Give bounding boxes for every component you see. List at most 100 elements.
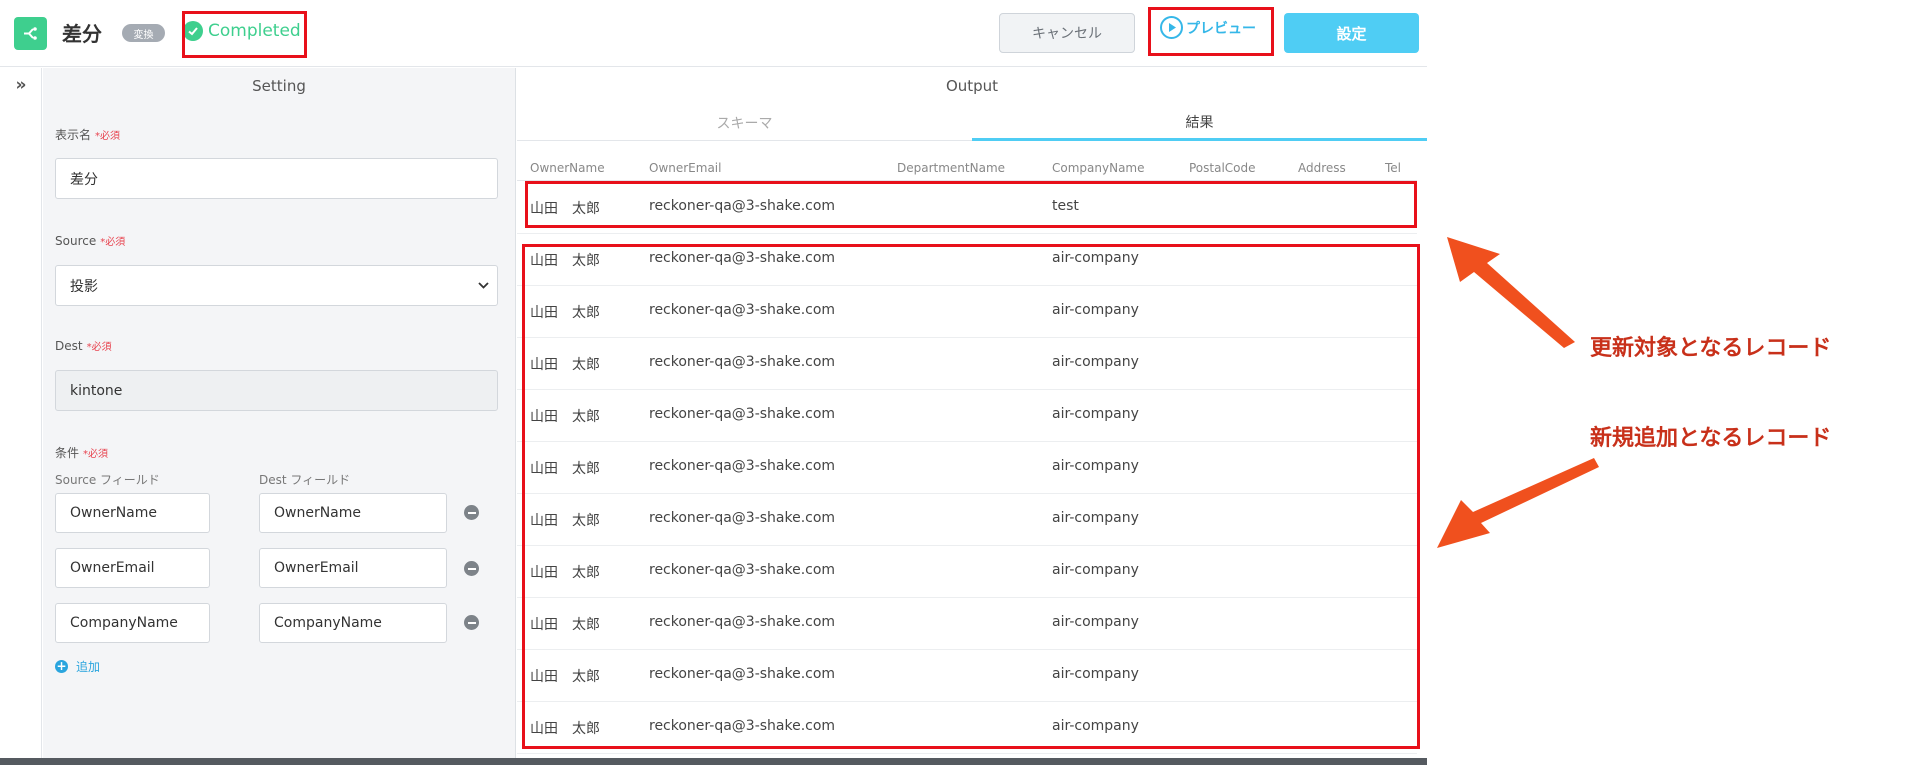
dest-input: kintone — [55, 370, 498, 411]
owner-name-cell: 山田 太郎 — [530, 201, 600, 217]
app-bottom-border — [0, 758, 1427, 765]
condition-dest-input[interactable]: OwnerEmail — [259, 548, 447, 588]
owner-name-cell: 山田 太郎 — [530, 409, 600, 425]
table-row: 山田 太郎 reckoner-qa@3-shake.com test — [517, 182, 1417, 234]
table-header: OwnerName OwnerEmail DepartmentName Comp… — [517, 153, 1417, 181]
settings-button[interactable]: 設定 — [1284, 13, 1419, 53]
condition-dest-input[interactable]: OwnerName — [259, 493, 447, 533]
owner-email-cell: reckoner-qa@3-shake.com — [649, 354, 836, 370]
company-name-cell: air-company — [1052, 718, 1139, 734]
table-row: 山田 太郎 reckoner-qa@3-shake.com air-compan… — [517, 598, 1417, 650]
condition-source-input[interactable]: OwnerEmail — [55, 548, 210, 588]
owner-email-cell: reckoner-qa@3-shake.com — [649, 666, 836, 682]
owner-email-cell: reckoner-qa@3-shake.com — [649, 406, 836, 422]
owner-email-cell: reckoner-qa@3-shake.com — [649, 562, 836, 578]
owner-name-cell: 山田 太郎 — [530, 721, 600, 737]
owner-name-cell: 山田 太郎 — [530, 669, 600, 685]
required-mark: *必須 — [86, 342, 112, 353]
dest-label: Dest *必須 — [55, 339, 112, 353]
check-icon — [183, 21, 203, 41]
column-header: Address — [1298, 161, 1346, 175]
display-name-label: 表示名 *必須 — [55, 128, 121, 142]
required-mark: *必須 — [83, 449, 109, 460]
table-row: 山田 太郎 reckoner-qa@3-shake.com air-compan… — [517, 494, 1417, 546]
preview-label: プレビュー — [1186, 20, 1256, 37]
setting-panel-title: Setting — [252, 77, 306, 95]
source-field-header: Source フィールド — [55, 473, 160, 487]
tab-result[interactable]: 結果 — [972, 105, 1427, 141]
column-header: OwnerName — [530, 161, 605, 175]
type-badge: 変換 — [122, 24, 165, 42]
setting-panel: Setting 表示名 *必須 差分 Source *必須 投影 Dest *必須 k… — [43, 68, 516, 758]
owner-name-cell: 山田 太郎 — [530, 305, 600, 321]
condition-dest-input[interactable]: CompanyName — [259, 603, 447, 643]
app-window: 差分 変換 Completed キャンセル プレビュー 設定 » Setting… — [0, 0, 1427, 765]
company-name-cell: test — [1052, 198, 1079, 214]
owner-email-cell: reckoner-qa@3-shake.com — [649, 250, 836, 266]
expand-icon[interactable]: » — [11, 76, 31, 96]
remove-condition-icon[interactable] — [464, 561, 479, 576]
cancel-button[interactable]: キャンセル — [999, 13, 1135, 53]
add-condition-label: 追加 — [76, 660, 101, 674]
source-select[interactable]: 投影 — [55, 265, 498, 306]
owner-name-cell: 山田 太郎 — [530, 617, 600, 633]
output-panel: Output スキーマ 結果 OwnerName OwnerEmail Depa… — [517, 68, 1427, 758]
owner-name-cell: 山田 太郎 — [530, 461, 600, 477]
source-select-value: 投影 — [70, 278, 98, 295]
owner-email-cell: reckoner-qa@3-shake.com — [649, 510, 836, 526]
remove-condition-icon[interactable] — [464, 505, 479, 520]
condition-source-input[interactable]: OwnerName — [55, 493, 210, 533]
company-name-cell: air-company — [1052, 354, 1139, 370]
display-name-input[interactable]: 差分 — [55, 158, 498, 199]
column-header: DepartmentName — [897, 161, 1006, 175]
status-label: Completed — [208, 21, 301, 41]
remove-condition-icon[interactable] — [464, 615, 479, 630]
add-condition-button[interactable]: + 追加 — [55, 658, 100, 675]
play-icon — [1160, 16, 1183, 39]
plus-icon: + — [55, 659, 68, 673]
table-row: 山田 太郎 reckoner-qa@3-shake.com air-compan… — [517, 702, 1417, 754]
diff-node-icon — [14, 17, 47, 50]
table-row: 山田 太郎 reckoner-qa@3-shake.com air-compan… — [517, 546, 1417, 598]
column-header: CompanyName — [1052, 161, 1145, 175]
table-row: 山田 太郎 reckoner-qa@3-shake.com air-compan… — [517, 442, 1417, 494]
company-name-cell: air-company — [1052, 302, 1139, 318]
owner-name-cell: 山田 太郎 — [530, 513, 600, 529]
company-name-cell: air-company — [1052, 510, 1139, 526]
column-header: PostalCode — [1189, 161, 1256, 175]
tab-schema[interactable]: スキーマ — [517, 105, 972, 141]
output-panel-title: Output — [945, 77, 999, 95]
column-header: Tel — [1385, 161, 1402, 175]
condition-source-input[interactable]: CompanyName — [55, 603, 210, 643]
owner-email-cell: reckoner-qa@3-shake.com — [649, 198, 836, 214]
required-mark: *必須 — [95, 131, 121, 142]
owner-name-cell: 山田 太郎 — [530, 253, 600, 269]
company-name-cell: air-company — [1052, 406, 1139, 422]
owner-email-cell: reckoner-qa@3-shake.com — [649, 718, 836, 734]
table-row: 山田 太郎 reckoner-qa@3-shake.com air-compan… — [517, 390, 1417, 442]
status-indicator: Completed — [183, 21, 301, 41]
output-tabs: スキーマ 結果 — [517, 105, 1427, 141]
owner-name-cell: 山田 太郎 — [530, 357, 600, 373]
table-row: 山田 太郎 reckoner-qa@3-shake.com air-compan… — [517, 234, 1417, 286]
company-name-cell: air-company — [1052, 666, 1139, 682]
preview-button[interactable]: プレビュー — [1160, 16, 1256, 39]
chevron-down-icon — [478, 278, 489, 293]
owner-email-cell: reckoner-qa@3-shake.com — [649, 614, 836, 630]
table-row: 山田 太郎 reckoner-qa@3-shake.com air-compan… — [517, 286, 1417, 338]
new-records-caption: 新規追加となるレコード — [1590, 426, 1832, 451]
table-row: 山田 太郎 reckoner-qa@3-shake.com air-compan… — [517, 650, 1417, 702]
source-label: Source *必須 — [55, 234, 126, 248]
conditions-label: 条件 *必須 — [55, 446, 109, 460]
left-rail: » — [0, 68, 42, 758]
arrow-to-new-records — [1437, 458, 1599, 548]
column-header: OwnerEmail — [649, 161, 722, 175]
company-name-cell: air-company — [1052, 458, 1139, 474]
owner-name-cell: 山田 太郎 — [530, 565, 600, 581]
required-mark: *必須 — [100, 237, 126, 248]
node-title: 差分 — [62, 22, 102, 46]
dest-field-header: Dest フィールド — [259, 473, 351, 487]
table-row: 山田 太郎 reckoner-qa@3-shake.com air-compan… — [517, 338, 1417, 390]
result-table-body: 山田 太郎 reckoner-qa@3-shake.com test 山田 太郎… — [517, 182, 1417, 758]
company-name-cell: air-company — [1052, 562, 1139, 578]
